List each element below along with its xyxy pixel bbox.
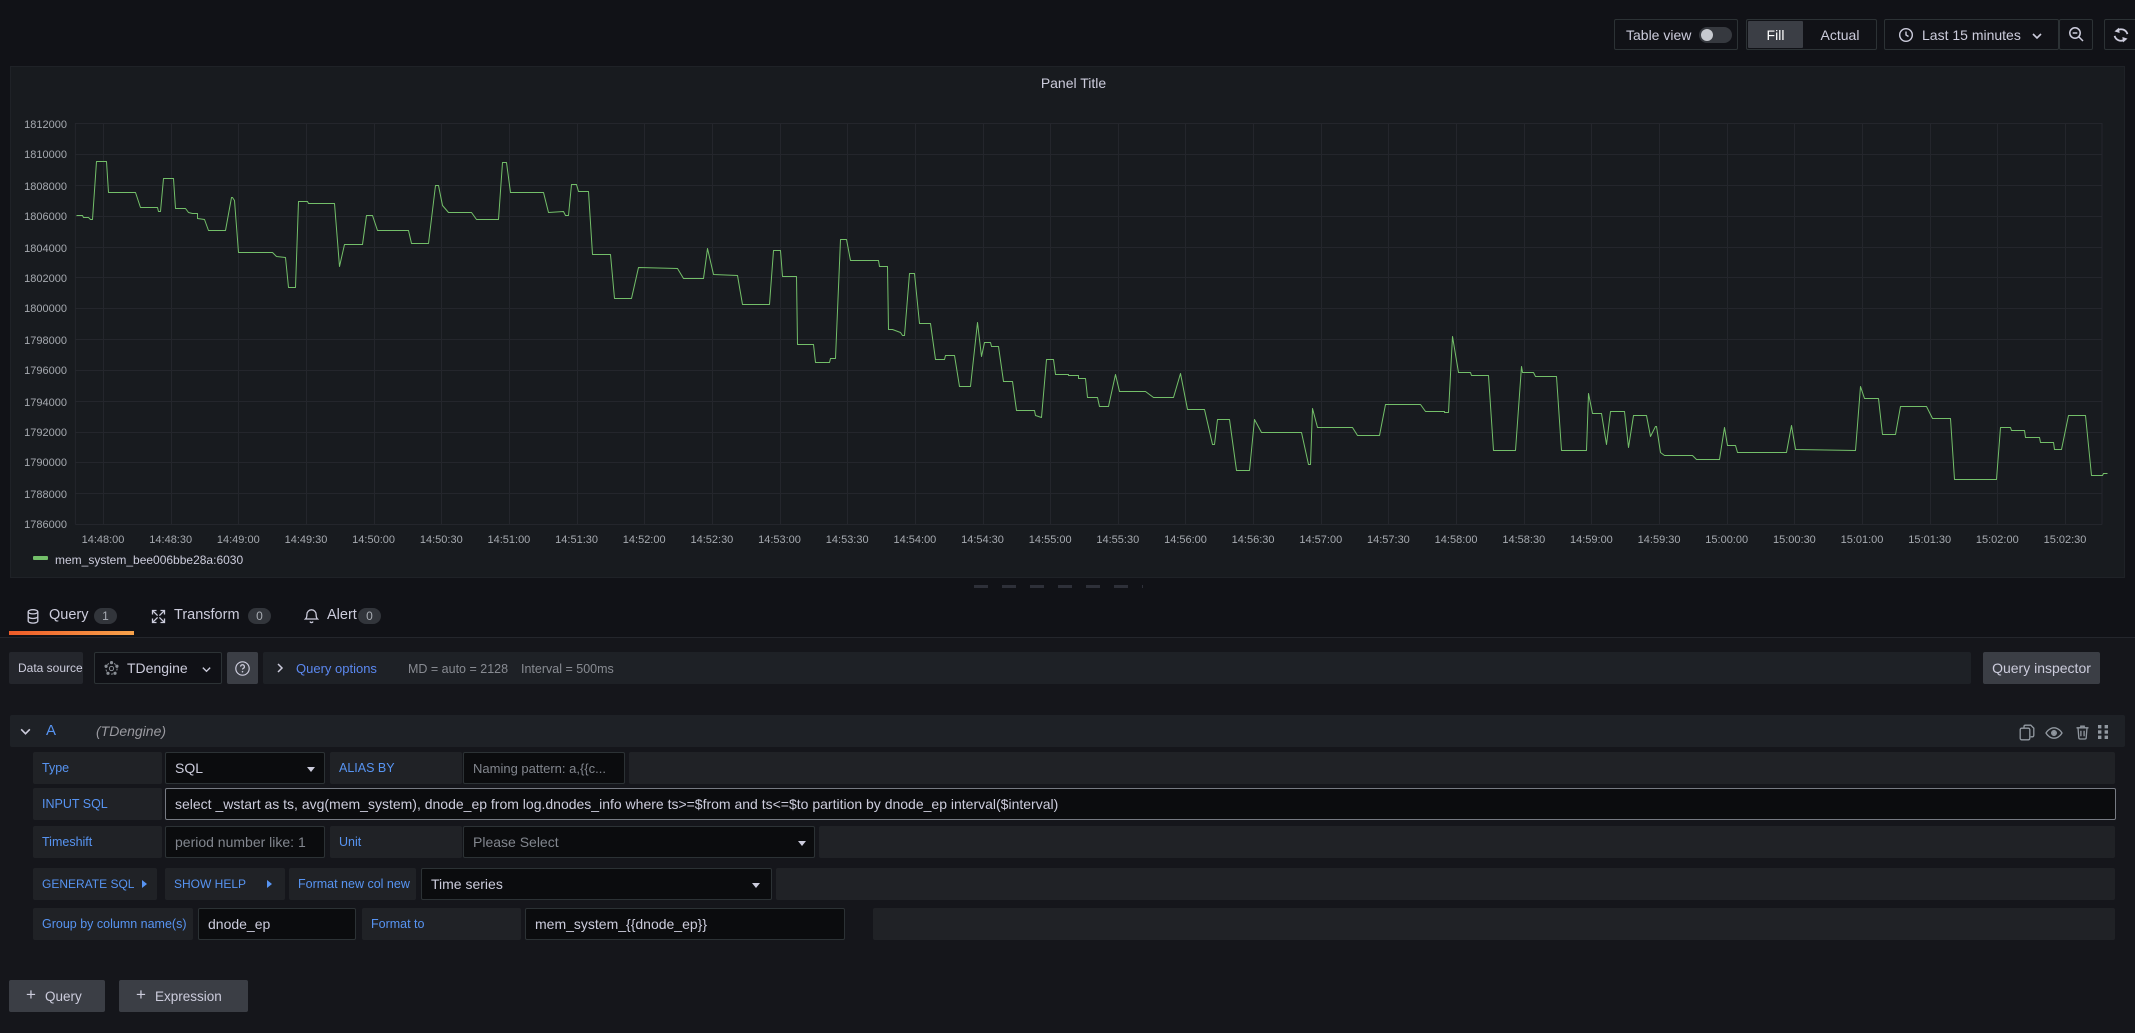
svg-text:14:52:00: 14:52:00 bbox=[623, 534, 666, 546]
svg-text:14:50:30: 14:50:30 bbox=[420, 534, 463, 546]
svg-text:14:49:30: 14:49:30 bbox=[285, 534, 328, 546]
svg-text:1788000: 1788000 bbox=[24, 489, 67, 501]
svg-text:14:51:00: 14:51:00 bbox=[487, 534, 530, 546]
svg-text:14:51:30: 14:51:30 bbox=[555, 534, 598, 546]
svg-text:15:02:00: 15:02:00 bbox=[1976, 534, 2019, 546]
svg-text:14:58:00: 14:58:00 bbox=[1435, 534, 1478, 546]
svg-text:14:49:00: 14:49:00 bbox=[217, 534, 260, 546]
svg-text:1808000: 1808000 bbox=[24, 181, 67, 193]
svg-text:15:01:00: 15:01:00 bbox=[1841, 534, 1884, 546]
svg-text:1798000: 1798000 bbox=[24, 335, 67, 347]
svg-text:1796000: 1796000 bbox=[24, 365, 67, 377]
svg-text:14:52:30: 14:52:30 bbox=[690, 534, 733, 546]
svg-text:14:59:30: 14:59:30 bbox=[1638, 534, 1681, 546]
svg-text:14:48:00: 14:48:00 bbox=[82, 534, 125, 546]
svg-text:1786000: 1786000 bbox=[24, 519, 67, 531]
svg-text:14:57:30: 14:57:30 bbox=[1367, 534, 1410, 546]
svg-text:1802000: 1802000 bbox=[24, 273, 67, 285]
svg-text:14:56:30: 14:56:30 bbox=[1232, 534, 1275, 546]
svg-text:1806000: 1806000 bbox=[24, 211, 67, 223]
svg-text:14:55:30: 14:55:30 bbox=[1096, 534, 1139, 546]
svg-text:14:50:00: 14:50:00 bbox=[352, 534, 395, 546]
svg-text:15:01:30: 15:01:30 bbox=[1908, 534, 1951, 546]
svg-text:15:00:00: 15:00:00 bbox=[1705, 534, 1748, 546]
svg-text:14:53:30: 14:53:30 bbox=[826, 534, 869, 546]
svg-text:14:53:00: 14:53:00 bbox=[758, 534, 801, 546]
svg-text:1790000: 1790000 bbox=[24, 457, 67, 469]
svg-text:15:00:30: 15:00:30 bbox=[1773, 534, 1816, 546]
svg-text:14:55:00: 14:55:00 bbox=[1029, 534, 1072, 546]
svg-text:1812000: 1812000 bbox=[24, 119, 67, 131]
svg-text:14:54:30: 14:54:30 bbox=[961, 534, 1004, 546]
svg-text:1810000: 1810000 bbox=[24, 149, 67, 161]
svg-text:14:54:00: 14:54:00 bbox=[893, 534, 936, 546]
svg-text:1794000: 1794000 bbox=[24, 397, 67, 409]
svg-text:1800000: 1800000 bbox=[24, 303, 67, 315]
svg-text:1804000: 1804000 bbox=[24, 243, 67, 255]
svg-text:1792000: 1792000 bbox=[24, 427, 67, 439]
svg-text:14:58:30: 14:58:30 bbox=[1502, 534, 1545, 546]
svg-text:14:48:30: 14:48:30 bbox=[149, 534, 192, 546]
svg-text:14:56:00: 14:56:00 bbox=[1164, 534, 1207, 546]
svg-text:14:59:00: 14:59:00 bbox=[1570, 534, 1613, 546]
svg-text:15:02:30: 15:02:30 bbox=[2044, 534, 2087, 546]
svg-text:14:57:00: 14:57:00 bbox=[1299, 534, 1342, 546]
